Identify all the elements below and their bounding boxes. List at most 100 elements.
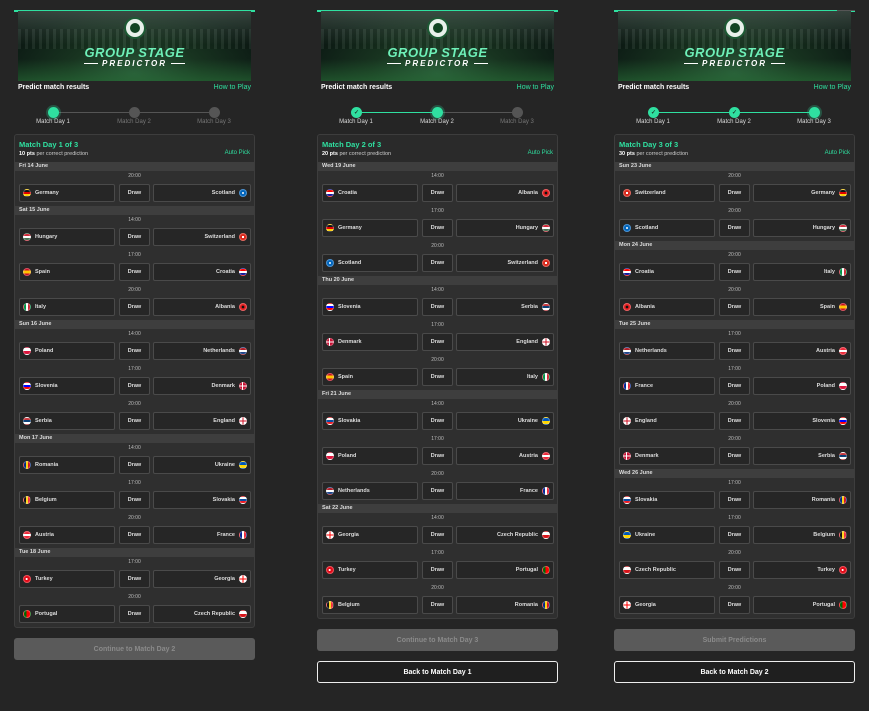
home-team-button[interactable]: Germany <box>19 184 115 202</box>
draw-button[interactable]: Draw <box>422 254 453 272</box>
draw-button[interactable]: Draw <box>719 561 750 579</box>
away-team-button[interactable]: Slovenia <box>753 412 851 430</box>
step-2-indicator[interactable] <box>432 107 443 118</box>
away-team-button[interactable]: Albania <box>456 184 554 202</box>
home-team-button[interactable]: Ukraine <box>619 526 715 544</box>
home-team-button[interactable]: Spain <box>19 263 115 281</box>
draw-button[interactable]: Draw <box>719 219 750 237</box>
draw-button[interactable]: Draw <box>422 184 453 202</box>
away-team-button[interactable]: Czech Republic <box>153 605 251 623</box>
auto-pick-button[interactable]: Auto Pick <box>825 150 850 156</box>
back-button[interactable]: Back to Match Day 2 <box>614 661 855 683</box>
home-team-button[interactable]: Czech Republic <box>619 561 715 579</box>
draw-button[interactable]: Draw <box>719 263 750 281</box>
step-3-indicator[interactable] <box>512 107 523 118</box>
home-team-button[interactable]: Hungary <box>19 228 115 246</box>
draw-button[interactable]: Draw <box>119 570 150 588</box>
draw-button[interactable]: Draw <box>119 298 150 316</box>
how-to-play-link[interactable]: How to Play <box>214 84 251 91</box>
home-team-button[interactable]: Croatia <box>619 263 715 281</box>
step-1-indicator[interactable] <box>48 107 59 118</box>
away-team-button[interactable]: France <box>456 482 554 500</box>
home-team-button[interactable]: England <box>619 412 715 430</box>
how-to-play-link[interactable]: How to Play <box>517 84 554 91</box>
home-team-button[interactable]: Switzerland <box>619 184 715 202</box>
home-team-button[interactable]: Turkey <box>19 570 115 588</box>
draw-button[interactable]: Draw <box>119 263 150 281</box>
draw-button[interactable]: Draw <box>119 228 150 246</box>
draw-button[interactable]: Draw <box>422 219 453 237</box>
away-team-button[interactable]: Belgium <box>753 526 851 544</box>
away-team-button[interactable]: Switzerland <box>153 228 251 246</box>
home-team-button[interactable]: Netherlands <box>322 482 418 500</box>
draw-button[interactable]: Draw <box>719 596 750 614</box>
draw-button[interactable]: Draw <box>719 412 750 430</box>
draw-button[interactable]: Draw <box>719 526 750 544</box>
draw-button[interactable]: Draw <box>422 447 453 465</box>
away-team-button[interactable]: Poland <box>753 377 851 395</box>
draw-button[interactable]: Draw <box>119 377 150 395</box>
away-team-button[interactable]: Netherlands <box>153 342 251 360</box>
home-team-button[interactable]: Slovakia <box>619 491 715 509</box>
submit-predictions-button[interactable]: Submit Predictions <box>614 629 855 651</box>
away-team-button[interactable]: England <box>153 412 251 430</box>
home-team-button[interactable]: Georgia <box>322 526 418 544</box>
away-team-button[interactable]: Serbia <box>753 447 851 465</box>
step-2-indicator[interactable] <box>129 107 140 118</box>
draw-button[interactable]: Draw <box>119 456 150 474</box>
home-team-button[interactable]: Croatia <box>322 184 418 202</box>
away-team-button[interactable]: Hungary <box>456 219 554 237</box>
home-team-button[interactable]: Spain <box>322 368 418 386</box>
draw-button[interactable]: Draw <box>119 342 150 360</box>
draw-button[interactable]: Draw <box>119 412 150 430</box>
continue-button[interactable]: Continue to Match Day 2 <box>14 638 255 660</box>
away-team-button[interactable]: Hungary <box>753 219 851 237</box>
away-team-button[interactable]: England <box>456 333 554 351</box>
step-1-indicator[interactable]: ✓ <box>648 107 659 118</box>
home-team-button[interactable]: Italy <box>19 298 115 316</box>
home-team-button[interactable]: Turkey <box>322 561 418 579</box>
home-team-button[interactable]: Denmark <box>322 333 418 351</box>
away-team-button[interactable]: Denmark <box>153 377 251 395</box>
away-team-button[interactable]: Austria <box>753 342 851 360</box>
away-team-button[interactable]: Italy <box>456 368 554 386</box>
away-team-button[interactable]: Turkey <box>753 561 851 579</box>
away-team-button[interactable]: Ukraine <box>153 456 251 474</box>
away-team-button[interactable]: Ukraine <box>456 412 554 430</box>
draw-button[interactable]: Draw <box>422 368 453 386</box>
home-team-button[interactable]: Austria <box>19 526 115 544</box>
draw-button[interactable]: Draw <box>422 561 453 579</box>
away-team-button[interactable]: Portugal <box>753 596 851 614</box>
away-team-button[interactable]: Germany <box>753 184 851 202</box>
away-team-button[interactable]: Georgia <box>153 570 251 588</box>
away-team-button[interactable]: Romania <box>456 596 554 614</box>
step-3-indicator[interactable] <box>809 107 820 118</box>
step-2-indicator[interactable]: ✓ <box>729 107 740 118</box>
draw-button[interactable]: Draw <box>119 184 150 202</box>
home-team-button[interactable]: Scotland <box>619 219 715 237</box>
away-team-button[interactable]: Spain <box>753 298 851 316</box>
home-team-button[interactable]: Poland <box>322 447 418 465</box>
home-team-button[interactable]: Germany <box>322 219 418 237</box>
draw-button[interactable]: Draw <box>422 333 453 351</box>
back-button[interactable]: Back to Match Day 1 <box>317 661 558 683</box>
continue-button[interactable]: Continue to Match Day 3 <box>317 629 558 651</box>
draw-button[interactable]: Draw <box>422 526 453 544</box>
auto-pick-button[interactable]: Auto Pick <box>528 150 553 156</box>
home-team-button[interactable]: Netherlands <box>619 342 715 360</box>
away-team-button[interactable]: Scotland <box>153 184 251 202</box>
away-team-button[interactable]: Croatia <box>153 263 251 281</box>
draw-button[interactable]: Draw <box>422 482 453 500</box>
draw-button[interactable]: Draw <box>719 377 750 395</box>
draw-button[interactable]: Draw <box>719 184 750 202</box>
away-team-button[interactable]: Switzerland <box>456 254 554 272</box>
away-team-button[interactable]: France <box>153 526 251 544</box>
step-3-indicator[interactable] <box>209 107 220 118</box>
draw-button[interactable]: Draw <box>119 605 150 623</box>
home-team-button[interactable]: Romania <box>19 456 115 474</box>
home-team-button[interactable]: Slovenia <box>322 298 418 316</box>
home-team-button[interactable]: Slovenia <box>19 377 115 395</box>
home-team-button[interactable]: Belgium <box>322 596 418 614</box>
away-team-button[interactable]: Portugal <box>456 561 554 579</box>
draw-button[interactable]: Draw <box>719 491 750 509</box>
